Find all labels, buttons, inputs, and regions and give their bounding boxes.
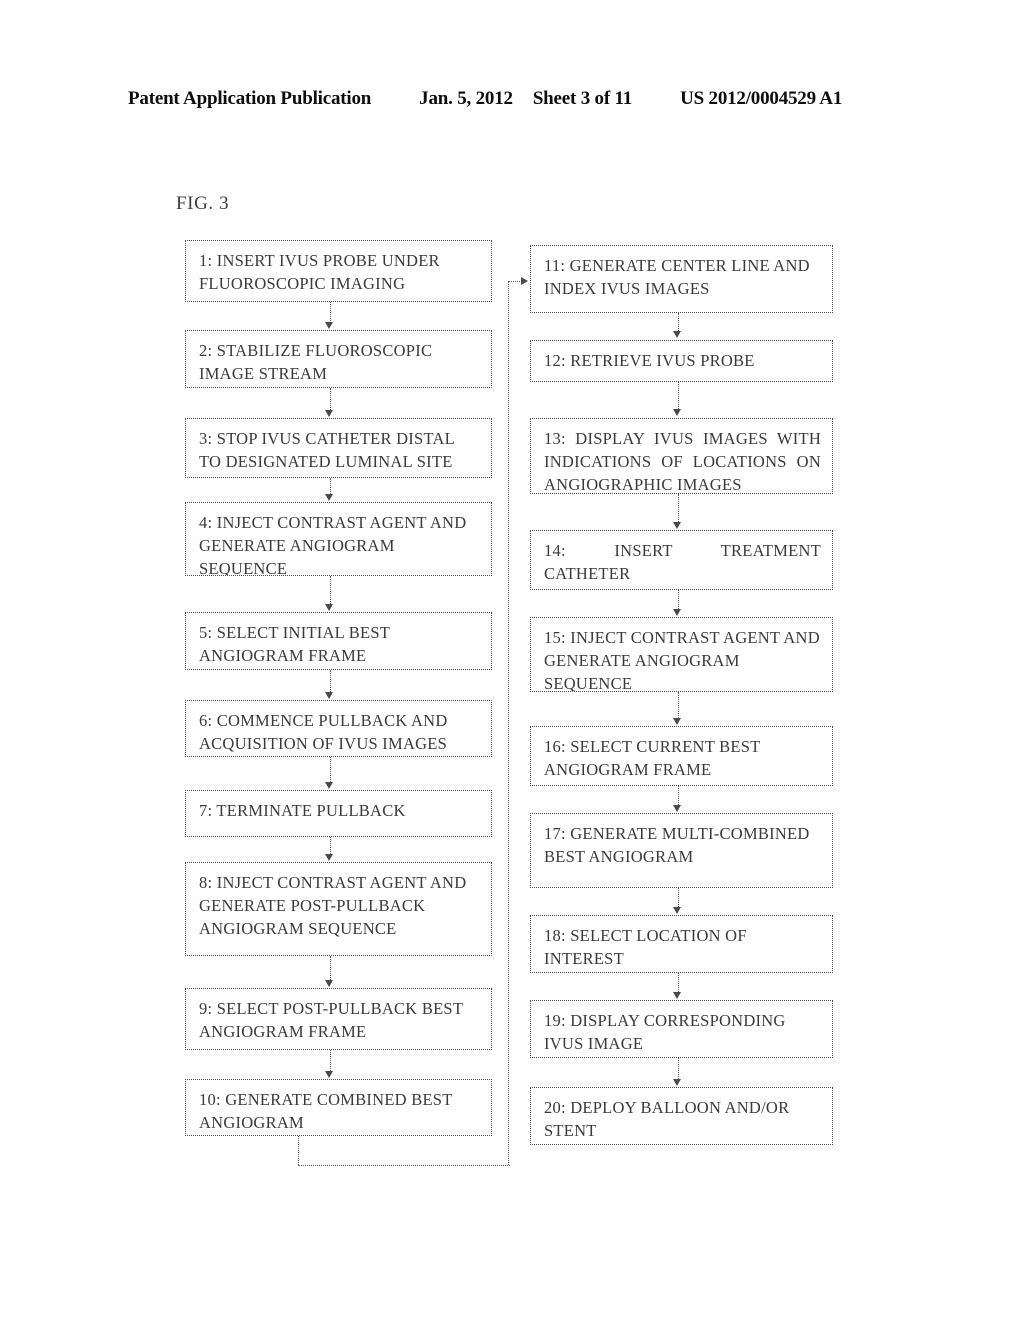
connector-10-to-11-up (508, 281, 509, 1165)
flow-node-17-label: 17: GENERATE MULTI-COMBINED BEST ANGIOGR… (544, 824, 810, 866)
connector-14-to-15 (678, 590, 679, 609)
connector-12-to-13 (678, 382, 679, 409)
flow-node-9: 9: SELECT POST-PULLBACK BEST ANGIOGRAM F… (185, 988, 492, 1050)
flow-node-8: 8: INJECT CONTRAST AGENT AND GENERATE PO… (185, 862, 492, 956)
flow-node-12-label: 12: RETRIEVE IVUS PROBE (544, 351, 755, 370)
arrowhead-11-to-12 (673, 331, 681, 338)
arrowhead-17-to-18 (673, 907, 681, 914)
flow-node-12: 12: RETRIEVE IVUS PROBE (530, 340, 833, 382)
flow-node-1-label: 1: INSERT IVUS PROBE UNDER FLUOROSCOPIC … (199, 251, 440, 293)
flow-node-3-label: 3: STOP IVUS CATHETER DISTAL TO DESIGNAT… (199, 429, 455, 471)
flow-node-13-label: 13: DISPLAY IVUS IMAGES WITH INDICATIONS… (544, 429, 821, 494)
connector-10-to-11-enter (508, 281, 522, 282)
flow-node-10: 10: GENERATE COMBINED BEST ANGIOGRAM (185, 1079, 492, 1136)
flow-node-19-label: 19: DISPLAY CORRESPONDING IVUS IMAGE (544, 1011, 786, 1053)
arrowhead-5-to-6 (325, 692, 333, 699)
connector-5-to-6 (330, 670, 331, 692)
arrowhead-1-to-2 (325, 322, 333, 329)
arrowhead-2-to-3 (325, 410, 333, 417)
flow-node-6: 6: COMMENCE PULLBACK AND ACQUISITION OF … (185, 700, 492, 757)
arrowhead-8-to-9 (325, 980, 333, 987)
connector-6-to-7 (330, 757, 331, 782)
connector-11-to-12 (678, 313, 679, 331)
flow-node-15-label: 15: INJECT CONTRAST AGENT AND GENERATE A… (544, 628, 820, 692)
flow-node-8-label: 8: INJECT CONTRAST AGENT AND GENERATE PO… (199, 873, 467, 938)
flow-node-14-label: 14: INSERT TREATMENT CATHETER (544, 541, 821, 583)
connector-7-to-8 (330, 837, 331, 854)
flow-node-19: 19: DISPLAY CORRESPONDING IVUS IMAGE (530, 1000, 833, 1058)
flow-node-1: 1: INSERT IVUS PROBE UNDER FLUOROSCOPIC … (185, 240, 492, 302)
connector-4-to-5 (330, 576, 331, 604)
flow-node-14: 14: INSERT TREATMENT CATHETER (530, 530, 833, 590)
flow-node-15: 15: INJECT CONTRAST AGENT AND GENERATE A… (530, 617, 833, 692)
connector-10-to-11-down (298, 1136, 299, 1165)
flow-node-11-label: 11: GENERATE CENTER LINE AND INDEX IVUS … (544, 256, 810, 298)
arrowhead-6-to-7 (325, 782, 333, 789)
connector-8-to-9 (330, 956, 331, 980)
arrowhead-3-to-4 (325, 494, 333, 501)
flow-node-13: 13: DISPLAY IVUS IMAGES WITH INDICATIONS… (530, 418, 833, 494)
flow-node-3: 3: STOP IVUS CATHETER DISTAL TO DESIGNAT… (185, 418, 492, 478)
flow-node-18: 18: SELECT LOCATION OF INTEREST (530, 915, 833, 973)
flow-node-10-label: 10: GENERATE COMBINED BEST ANGIOGRAM (199, 1090, 453, 1132)
flowchart-fig-3: 1: INSERT IVUS PROBE UNDER FLUOROSCOPIC … (0, 0, 1024, 1320)
flow-node-4-label: 4: INJECT CONTRAST AGENT AND GENERATE AN… (199, 513, 467, 576)
connector-17-to-18 (678, 888, 679, 907)
connector-16-to-17 (678, 786, 679, 805)
flow-node-5-label: 5: SELECT INITIAL BEST ANGIOGRAM FRAME (199, 623, 390, 665)
connector-3-to-4 (330, 478, 331, 494)
flow-node-18-label: 18: SELECT LOCATION OF INTEREST (544, 926, 747, 968)
connector-18-to-19 (678, 973, 679, 992)
connector-2-to-3 (330, 388, 331, 410)
arrowhead-10-to-11 (521, 277, 528, 285)
connector-13-to-14 (678, 494, 679, 522)
flow-node-2: 2: STABILIZE FLUOROSCOPIC IMAGE STREAM (185, 330, 492, 388)
arrowhead-16-to-17 (673, 805, 681, 812)
flow-node-20-label: 20: DEPLOY BALLOON AND/OR STENT (544, 1098, 790, 1140)
connector-9-to-10 (330, 1050, 331, 1071)
flow-node-11: 11: GENERATE CENTER LINE AND INDEX IVUS … (530, 245, 833, 313)
arrowhead-18-to-19 (673, 992, 681, 999)
flow-node-2-label: 2: STABILIZE FLUOROSCOPIC IMAGE STREAM (199, 341, 433, 383)
flow-node-17: 17: GENERATE MULTI-COMBINED BEST ANGIOGR… (530, 813, 833, 888)
connector-15-to-16 (678, 692, 679, 718)
connector-10-to-11-right (298, 1165, 510, 1166)
flow-node-4: 4: INJECT CONTRAST AGENT AND GENERATE AN… (185, 502, 492, 576)
flow-node-7: 7: TERMINATE PULLBACK (185, 790, 492, 837)
arrowhead-4-to-5 (325, 604, 333, 611)
arrowhead-7-to-8 (325, 854, 333, 861)
arrowhead-9-to-10 (325, 1071, 333, 1078)
connector-19-to-20 (678, 1058, 679, 1079)
flow-node-7-label: 7: TERMINATE PULLBACK (199, 801, 406, 820)
arrowhead-15-to-16 (673, 718, 681, 725)
arrowhead-12-to-13 (673, 409, 681, 416)
arrowhead-13-to-14 (673, 522, 681, 529)
arrowhead-14-to-15 (673, 609, 681, 616)
flow-node-16: 16: SELECT CURRENT BEST ANGIOGRAM FRAME (530, 726, 833, 786)
flow-node-16-label: 16: SELECT CURRENT BEST ANGIOGRAM FRAME (544, 737, 761, 779)
arrowhead-19-to-20 (673, 1079, 681, 1086)
flow-node-20: 20: DEPLOY BALLOON AND/OR STENT (530, 1087, 833, 1145)
flow-node-6-label: 6: COMMENCE PULLBACK AND ACQUISITION OF … (199, 711, 448, 753)
connector-1-to-2 (330, 302, 331, 323)
flow-node-5: 5: SELECT INITIAL BEST ANGIOGRAM FRAME (185, 612, 492, 670)
flow-node-9-label: 9: SELECT POST-PULLBACK BEST ANGIOGRAM F… (199, 999, 463, 1041)
